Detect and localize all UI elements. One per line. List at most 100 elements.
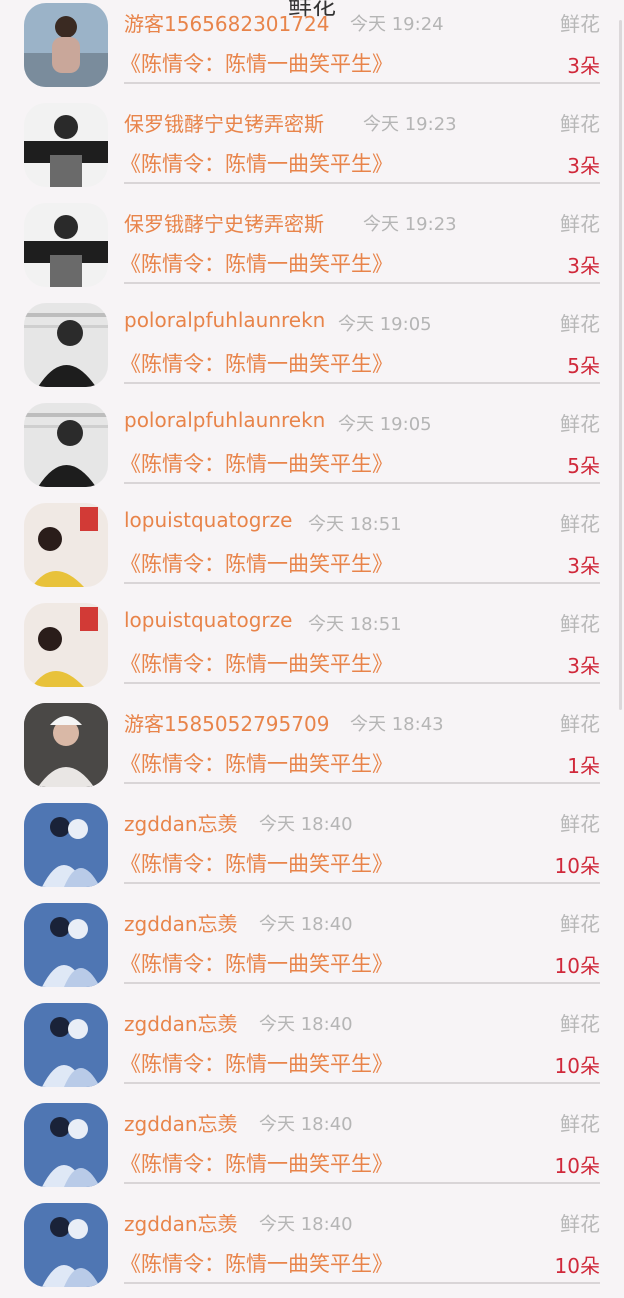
list-item[interactable]: poloralpfuhlaunrekn 今天 19:05 鲜花 《陈情令：陈情一… [0,398,624,498]
list-item[interactable]: lopuistquatogrze 今天 18:51 鲜花 《陈情令：陈情一曲笑平… [0,598,624,698]
divider [124,382,600,384]
divider [124,82,600,84]
work-title-link[interactable]: 《陈情令：陈情一曲笑平生》 [120,248,393,278]
list-item[interactable]: lopuistquatogrze 今天 18:51 鲜花 《陈情令：陈情一曲笑平… [0,498,624,598]
gift-type-label: 鲜花 [560,812,600,836]
work-title-link[interactable]: 《陈情令：陈情一曲笑平生》 [120,1048,393,1078]
username[interactable]: 保罗锇酵宁史铐弄密斯 [124,208,324,237]
list-item[interactable]: 保罗锇酵宁史铐弄密斯 今天 19:23 鲜花 《陈情令：陈情一曲笑平生》 3朵 [0,98,624,198]
gift-type-label: 鲜花 [560,912,600,936]
scrollbar[interactable] [619,20,622,710]
username[interactable]: 游客1585052795709 [124,708,329,737]
flower-count: 5朵 [567,454,600,478]
avatar[interactable] [24,903,108,987]
gift-type-label: 鲜花 [560,612,600,636]
username[interactable]: 游客1565682301724 [124,8,329,37]
username[interactable]: poloralpfuhlaunrekn [124,408,325,432]
anime-blue-avatar [24,1003,108,1087]
flower-count: 10朵 [554,954,600,978]
flower-count: 10朵 [554,1054,600,1078]
flower-count: 3朵 [567,54,600,78]
username[interactable]: zgddan忘羡 [124,908,238,937]
flower-count: 3朵 [567,654,600,678]
divider [124,182,600,184]
timestamp: 今天 19:24 [350,14,444,35]
anime-blue-avatar [24,803,108,887]
work-title-link[interactable]: 《陈情令：陈情一曲笑平生》 [120,1148,393,1178]
avatar[interactable] [24,503,108,587]
gift-type-label: 鲜花 [560,312,600,336]
avatar[interactable] [24,403,108,487]
list-item[interactable]: poloralpfuhlaunrekn 今天 19:05 鲜花 《陈情令：陈情一… [0,298,624,398]
work-title-link[interactable]: 《陈情令：陈情一曲笑平生》 [120,548,393,578]
flower-count: 1朵 [567,754,600,778]
divider [124,482,600,484]
timestamp: 今天 19:05 [338,414,432,435]
work-title-link[interactable]: 《陈情令：陈情一曲笑平生》 [120,48,393,78]
avatar[interactable] [24,803,108,887]
avatar[interactable] [24,703,108,787]
avatar[interactable] [24,1003,108,1087]
username[interactable]: zgddan忘羡 [124,1008,238,1037]
divider [124,882,600,884]
anime-blue-avatar [24,903,108,987]
work-title-link[interactable]: 《陈情令：陈情一曲笑平生》 [120,948,393,978]
work-title-link[interactable]: 《陈情令：陈情一曲笑平生》 [120,1248,393,1278]
list-item[interactable]: zgddan忘羡 今天 18:40 鲜花 《陈情令：陈情一曲笑平生》 10朵 [0,798,624,898]
flower-count: 3朵 [567,154,600,178]
avatar[interactable] [24,1103,108,1187]
list-item[interactable]: zgddan忘羡 今天 18:40 鲜花 《陈情令：陈情一曲笑平生》 10朵 [0,998,624,1098]
gift-type-label: 鲜花 [560,512,600,536]
list-item[interactable]: zgddan忘羡 今天 18:40 鲜花 《陈情令：陈情一曲笑平生》 10朵 [0,1198,624,1298]
avatar[interactable] [24,203,108,287]
divider [124,1082,600,1084]
gift-type-label: 鲜花 [560,112,600,136]
work-title-link[interactable]: 《陈情令：陈情一曲笑平生》 [120,148,393,178]
flower-count: 10朵 [554,1154,600,1178]
timestamp: 今天 18:40 [259,1114,353,1135]
timestamp: 今天 19:23 [363,114,457,135]
list-item[interactable]: 游客1565682301724 今天 19:24 鲜花 《陈情令：陈情一曲笑平生… [0,0,624,98]
work-title-link[interactable]: 《陈情令：陈情一曲笑平生》 [120,848,393,878]
divider [124,782,600,784]
work-title-link[interactable]: 《陈情令：陈情一曲笑平生》 [120,448,393,478]
username[interactable]: lopuistquatogrze [124,608,292,632]
username[interactable]: lopuistquatogrze [124,508,292,532]
username[interactable]: poloralpfuhlaunrekn [124,308,325,332]
girl-yellow-shirt-avatar [24,503,108,587]
divider [124,1282,600,1284]
gift-type-label: 鲜花 [560,1212,600,1236]
timestamp: 今天 18:40 [259,914,353,935]
flower-count: 3朵 [567,554,600,578]
avatar[interactable] [24,603,108,687]
username[interactable]: zgddan忘羡 [124,1108,238,1137]
timestamp: 今天 19:05 [338,314,432,335]
flower-count: 10朵 [554,854,600,878]
gift-type-label: 鲜花 [560,1112,600,1136]
avatar[interactable] [24,103,108,187]
timestamp: 今天 18:40 [259,814,353,835]
timestamp: 今天 18:51 [308,614,402,635]
work-title-link[interactable]: 《陈情令：陈情一曲笑平生》 [120,348,393,378]
cap-person-avatar [24,303,108,387]
list-item[interactable]: zgddan忘羡 今天 18:40 鲜花 《陈情令：陈情一曲笑平生》 10朵 [0,898,624,998]
avatar[interactable] [24,1203,108,1287]
list-item[interactable]: 保罗锇酵宁史铐弄密斯 今天 19:23 鲜花 《陈情令：陈情一曲笑平生》 3朵 [0,198,624,298]
girl-yellow-shirt-avatar [24,603,108,687]
timestamp: 今天 19:23 [363,214,457,235]
avatar[interactable] [24,303,108,387]
avatar[interactable] [24,3,108,87]
username[interactable]: zgddan忘羡 [124,808,238,837]
work-title-link[interactable]: 《陈情令：陈情一曲笑平生》 [120,748,393,778]
list-item[interactable]: zgddan忘羡 今天 18:40 鲜花 《陈情令：陈情一曲笑平生》 10朵 [0,1098,624,1198]
gift-type-label: 鲜花 [560,1012,600,1036]
divider [124,982,600,984]
list-item[interactable]: 游客1585052795709 今天 18:43 鲜花 《陈情令：陈情一曲笑平生… [0,698,624,798]
divider [124,282,600,284]
username[interactable]: zgddan忘羡 [124,1208,238,1237]
timestamp: 今天 18:40 [259,1014,353,1035]
gift-type-label: 鲜花 [560,412,600,436]
work-title-link[interactable]: 《陈情令：陈情一曲笑平生》 [120,648,393,678]
gift-type-label: 鲜花 [560,12,600,36]
username[interactable]: 保罗锇酵宁史铐弄密斯 [124,108,324,137]
